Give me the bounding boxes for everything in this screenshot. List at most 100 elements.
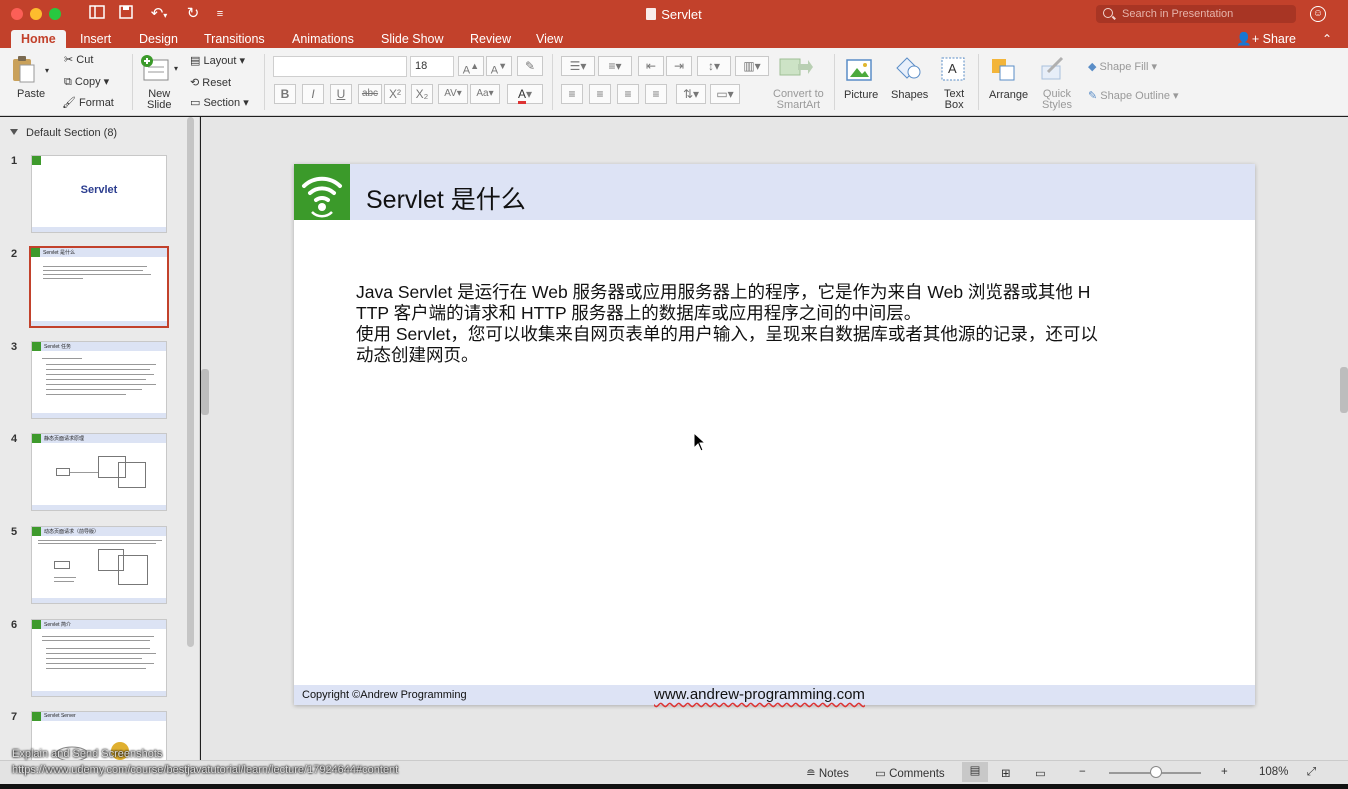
new-slide-icon[interactable] xyxy=(139,54,173,87)
slide-thumbnail[interactable]: Servlet 简介 xyxy=(31,619,167,697)
tab-insert[interactable]: Insert xyxy=(80,30,111,48)
increase-indent-icon[interactable]: ⇥ xyxy=(666,56,692,76)
slide-thumbnail[interactable]: Servlet 任务 xyxy=(31,341,167,419)
clear-formatting-icon[interactable]: ✎ xyxy=(517,56,543,76)
paste-dropdown-icon[interactable]: ▾ xyxy=(45,66,49,75)
close-window-button[interactable] xyxy=(11,8,23,20)
tab-home[interactable]: Home xyxy=(11,30,66,48)
comments-button[interactable]: ▭ Comments xyxy=(875,766,945,780)
zoom-in-button[interactable]: + xyxy=(1221,766,1228,778)
tab-view[interactable]: View xyxy=(536,30,563,48)
shapes-button[interactable]: Shapes xyxy=(891,89,928,101)
slide-thumbnail[interactable]: 静态页面请求原理 xyxy=(31,433,167,511)
font-size-field[interactable]: 18 xyxy=(410,56,454,77)
pane-resize-handle[interactable] xyxy=(201,369,209,415)
align-left-icon[interactable]: ≡ xyxy=(561,84,583,104)
numbering-icon[interactable]: ≡▾ xyxy=(598,56,632,76)
convert-smartart-button[interactable]: Convert to SmartArt xyxy=(773,89,824,111)
body-line: Java Servlet 是运行在 Web 服务器或应用服务器上的程序，它是作为… xyxy=(356,282,1091,302)
columns-icon[interactable]: ▥▾ xyxy=(735,56,769,76)
arrange-icon[interactable] xyxy=(990,56,1020,85)
search-input[interactable]: Search in Presentation xyxy=(1096,5,1296,23)
text-box-button[interactable]: Text Box xyxy=(944,89,964,111)
quick-styles-button[interactable]: Quick Styles xyxy=(1042,89,1072,111)
character-spacing-icon[interactable]: AV▾ xyxy=(438,84,468,104)
text-box-icon[interactable]: A xyxy=(940,56,966,85)
justify-icon[interactable]: ≡ xyxy=(645,84,667,104)
slide-sorter-icon[interactable]: ⊞ xyxy=(1001,766,1011,780)
zoom-level[interactable]: 108% xyxy=(1259,766,1288,778)
slide-thumbnail-selected[interactable]: Servlet 是什么 xyxy=(29,246,169,328)
slide-editing-canvas[interactable]: Servlet 是什么 Java Servlet 是运行在 Web 服务器或应用… xyxy=(201,117,1348,760)
align-text-icon[interactable]: ▭▾ xyxy=(710,84,740,104)
slide-number: 7 xyxy=(11,711,18,723)
save-icon[interactable] xyxy=(117,5,135,23)
slide-thumbnail[interactable]: 动态页面请求（前导版） xyxy=(31,526,167,604)
overlay-caption: Explain and Send Screenshots xyxy=(12,748,163,760)
slide-thumbnail[interactable]: Servlet xyxy=(31,155,167,233)
tab-transitions[interactable]: Transitions xyxy=(204,30,265,48)
align-center-icon[interactable]: ≡ xyxy=(589,84,611,104)
superscript-button[interactable]: X² xyxy=(384,84,406,104)
shape-outline-button[interactable]: ✎ Shape Outline ▾ xyxy=(1088,89,1179,102)
minimize-window-button[interactable] xyxy=(30,8,42,20)
current-slide[interactable]: Servlet 是什么 Java Servlet 是运行在 Web 服务器或应用… xyxy=(294,164,1255,705)
italic-button[interactable]: I xyxy=(302,84,324,104)
align-right-icon[interactable]: ≡ xyxy=(617,84,639,104)
tab-design[interactable]: Design xyxy=(139,30,178,48)
normal-view-icon[interactable]: ▤ xyxy=(962,762,988,782)
reset-button[interactable]: ⟲ Reset xyxy=(190,76,231,89)
paste-icon[interactable] xyxy=(11,55,37,88)
subscript-button[interactable]: X₂ xyxy=(411,84,433,104)
picture-button[interactable]: Picture xyxy=(844,89,878,101)
new-slide-dropdown-icon[interactable]: ▾ xyxy=(174,64,178,73)
line-spacing-icon[interactable]: ↕▾ xyxy=(697,56,731,76)
tab-review[interactable]: Review xyxy=(470,30,511,48)
pane-resize-handle[interactable] xyxy=(1340,367,1348,413)
thumbnail-scrollbar[interactable] xyxy=(187,117,194,647)
cut-button[interactable]: ✂ Cut xyxy=(64,53,93,66)
share-button[interactable]: 👤+ Share xyxy=(1236,30,1296,48)
zoom-out-button[interactable]: − xyxy=(1079,766,1086,778)
feedback-smiley-icon[interactable]: ☺ xyxy=(1310,6,1326,22)
picture-icon[interactable] xyxy=(846,58,874,85)
redo-icon[interactable]: ↻ xyxy=(184,5,202,23)
arrange-button[interactable]: Arrange xyxy=(989,89,1028,101)
font-color-icon[interactable]: A▾ xyxy=(507,84,543,104)
reading-view-icon[interactable]: ▭ xyxy=(1035,766,1046,780)
layout-button[interactable]: ▤ Layout ▾ xyxy=(190,54,245,67)
quick-styles-icon[interactable] xyxy=(1038,56,1068,85)
shapes-icon[interactable] xyxy=(893,56,923,85)
tab-slide-show[interactable]: Slide Show xyxy=(381,30,444,48)
decrease-indent-icon[interactable]: ⇤ xyxy=(638,56,664,76)
format-painter-button[interactable]: 🖌 Format xyxy=(62,96,114,109)
bold-button[interactable]: B xyxy=(274,84,296,104)
fit-to-window-icon[interactable]: ⤢ xyxy=(1307,766,1316,779)
slide-title[interactable]: Servlet 是什么 xyxy=(366,180,526,216)
undo-icon[interactable]: ↶▾ xyxy=(145,5,173,23)
tab-animations[interactable]: Animations xyxy=(292,30,354,48)
collapse-ribbon-icon[interactable]: ⌃ xyxy=(1322,30,1332,48)
section-button[interactable]: ▭ Section ▾ xyxy=(190,96,249,109)
sidebar-toggle-icon[interactable] xyxy=(88,5,106,23)
strikethrough-button[interactable]: abc xyxy=(358,84,382,104)
section-header[interactable]: Default Section (8) xyxy=(10,127,117,139)
smartart-icon[interactable] xyxy=(778,56,814,83)
collapse-section-icon[interactable] xyxy=(10,129,18,135)
shape-fill-button[interactable]: ◆ Shape Fill ▾ xyxy=(1088,60,1157,73)
font-name-field[interactable] xyxy=(273,56,407,77)
underline-button[interactable]: U xyxy=(330,84,352,104)
paste-button[interactable]: Paste xyxy=(17,88,45,100)
notes-button[interactable]: ≘ Notes xyxy=(806,766,849,780)
bullets-icon[interactable]: ☰▾ xyxy=(561,56,595,76)
zoom-window-button[interactable] xyxy=(49,8,61,20)
slide-body-text[interactable]: Java Servlet 是运行在 Web 服务器或应用服务器上的程序，它是作为… xyxy=(356,282,1126,366)
new-slide-button[interactable]: New Slide xyxy=(147,89,171,111)
text-direction-icon[interactable]: ⇅▾ xyxy=(676,84,706,104)
zoom-slider-handle[interactable] xyxy=(1150,766,1162,778)
customize-toolbar-icon[interactable]: ≡ xyxy=(213,5,227,23)
grow-font-icon[interactable]: A▲ xyxy=(458,56,484,77)
change-case-icon[interactable]: Aa▾ xyxy=(470,84,500,104)
shrink-font-icon[interactable]: A▼ xyxy=(486,56,512,77)
copy-button[interactable]: ⧉ Copy ▾ xyxy=(64,75,109,89)
